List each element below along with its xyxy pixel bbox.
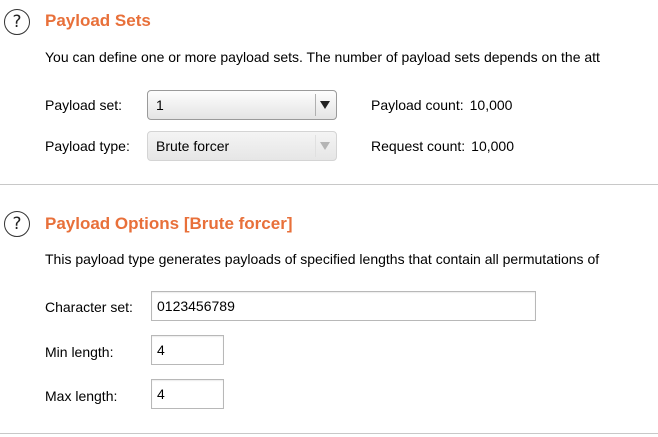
max-length-input[interactable]: 4: [151, 379, 224, 409]
chevron-down-icon[interactable]: [315, 94, 333, 116]
section-description: This payload type generates payloads of …: [45, 251, 600, 267]
payload-set-select[interactable]: 1: [147, 90, 337, 120]
payload-sets-section: ? Payload Sets You can define one or mor…: [0, 0, 658, 184]
character-set-input[interactable]: 0123456789: [151, 291, 536, 321]
payload-set-value: 1: [156, 97, 164, 113]
payload-count-value: 10,000: [469, 97, 513, 113]
section-title: Payload Sets: [45, 11, 151, 30]
min-length-label: Min length:: [45, 344, 114, 360]
payload-type-select[interactable]: Brute forcer: [147, 131, 337, 161]
character-set-label: Character set:: [45, 299, 133, 315]
section-description: You can define one or more payload sets.…: [45, 49, 600, 65]
request-count-value: 10,000: [471, 138, 514, 154]
payload-type-value: Brute forcer: [156, 138, 230, 154]
section-divider: [0, 433, 658, 434]
help-icon[interactable]: ?: [4, 211, 30, 237]
payload-set-label: Payload set:: [45, 97, 123, 113]
help-icon[interactable]: ?: [4, 9, 30, 35]
request-count: Request count: 10,000: [371, 138, 514, 154]
payload-options-section: ? Payload Options [Brute forcer] This pa…: [0, 185, 658, 433]
request-count-label: Request count:: [371, 138, 466, 154]
payload-count-label: Payload count:: [371, 97, 464, 113]
section-title: Payload Options [Brute forcer]: [45, 214, 293, 233]
max-length-label: Max length:: [45, 388, 118, 404]
min-length-input[interactable]: 4: [151, 335, 224, 365]
chevron-down-icon[interactable]: [315, 135, 333, 157]
payload-count: Payload count: 10,000: [371, 97, 512, 113]
payload-type-label: Payload type:: [45, 138, 130, 154]
